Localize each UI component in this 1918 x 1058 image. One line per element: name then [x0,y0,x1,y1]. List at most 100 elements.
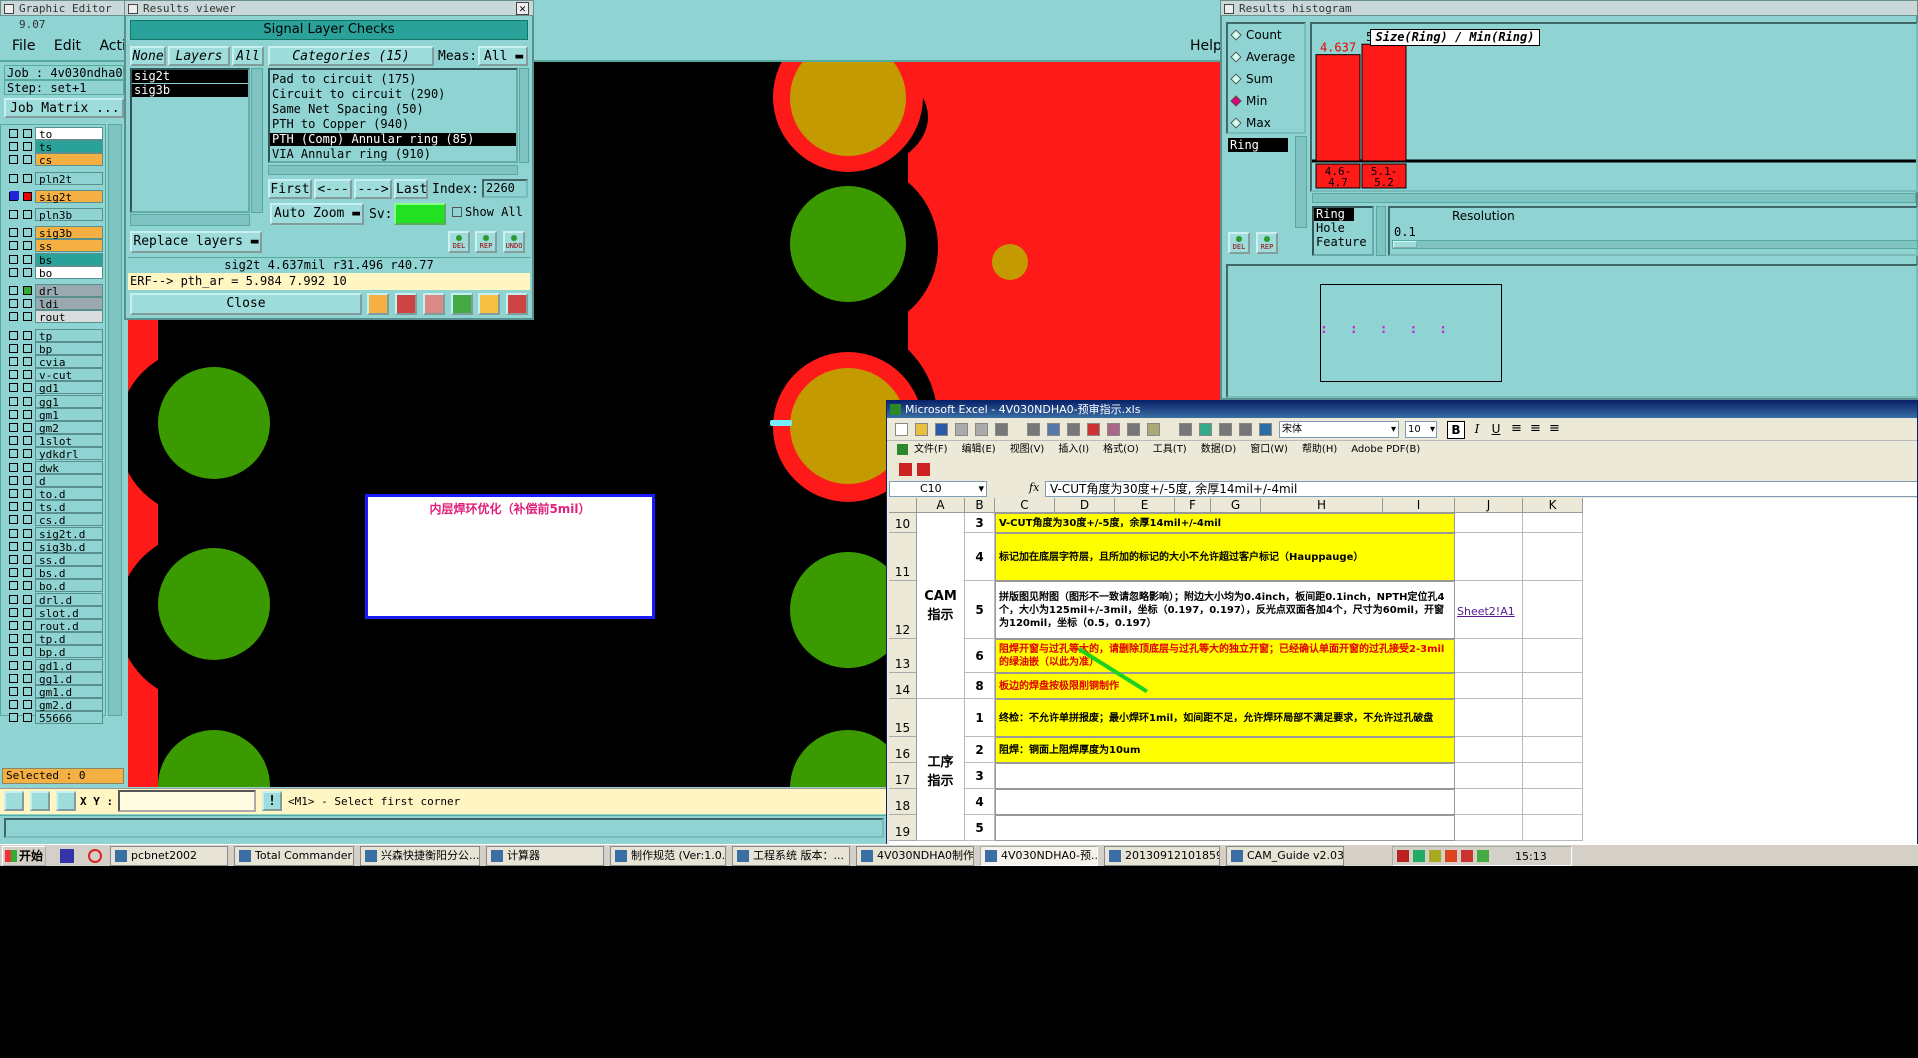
resolution-slider[interactable] [1392,240,1918,249]
cell-k[interactable] [1523,789,1583,815]
layer-checkbox[interactable] [9,254,18,264]
layer-checkbox[interactable] [9,621,18,630]
italic-button[interactable]: I [1468,421,1486,439]
del-icon[interactable]: DEL [448,231,470,253]
toolbar-icon[interactable] [1067,423,1080,436]
category-item[interactable]: Circuit to circuit (290) [270,88,516,101]
layer-checkbox[interactable] [9,568,18,578]
row-header[interactable]: 16 [889,737,917,763]
column-header[interactable]: I [1383,498,1455,513]
cell-j[interactable] [1455,639,1523,673]
toolbar-icon[interactable] [915,423,928,436]
menu-file[interactable]: File [12,38,35,54]
tool-icon-1[interactable] [4,791,24,811]
spreadsheet-grid[interactable]: A B C D E F G H I J K 10 3 V-CUT角度为30度+/-5度，余厚14mil+/… [889,498,1917,845]
layer-checkbox[interactable] [9,330,18,340]
bin-item-ring[interactable]: Ring [1314,208,1354,221]
layer-name[interactable]: bp [35,341,103,356]
radio-icon[interactable] [1230,29,1242,41]
layer-checkbox[interactable] [9,462,18,472]
layer-name[interactable]: v-cut [35,368,103,382]
layer-checkbox[interactable] [9,515,18,525]
radio-icon[interactable] [1230,95,1242,107]
layer-checkbox[interactable] [9,528,18,538]
layer-row[interactable]: pln3b [5,208,103,222]
taskbar-item[interactable]: CAM_Guide v2.03 [1226,846,1344,866]
layer-checkbox[interactable] [9,436,18,446]
layer-name[interactable]: tp.d [35,632,103,646]
cell-k[interactable] [1523,513,1583,533]
sv-color-dropdown[interactable] [394,203,446,225]
excel-menu-item[interactable]: 格式(O) [1103,444,1139,455]
cell-j[interactable] [1455,673,1523,699]
layer-checkbox[interactable] [9,700,18,710]
row-header[interactable]: 15 [889,699,917,737]
layer-name[interactable]: bs.d [35,566,103,580]
excel-menu-item[interactable]: 窗口(W) [1250,444,1288,455]
layer-list-vscroll[interactable] [251,68,263,213]
excel-menu-item[interactable]: 数据(D) [1201,444,1237,455]
tray-icon[interactable] [1461,850,1473,862]
layer-name[interactable]: gm2.d [35,698,103,712]
job-matrix-button[interactable]: Job Matrix ... [4,98,124,118]
layer-name[interactable]: bp.d [35,645,103,659]
layer-checkbox[interactable] [9,173,18,183]
first-button[interactable]: First [268,179,312,199]
group-process[interactable]: 工序 指示 [917,699,965,841]
column-header[interactable]: A [917,498,965,513]
taskbar-item[interactable]: Total Commander 7... [234,846,354,866]
info-button[interactable]: ! [262,791,282,811]
layer-checkbox[interactable] [9,647,18,657]
layer-name[interactable]: cvia [35,355,103,369]
bold-button[interactable]: B [1447,421,1465,439]
toolbar-icon-2[interactable] [395,293,417,315]
layer-checkbox[interactable] [9,449,18,459]
toolbar-icon[interactable] [1219,423,1232,436]
cell-k[interactable] [1523,673,1583,699]
layer-row[interactable]: to [5,127,103,141]
cell-j[interactable] [1455,815,1523,841]
layer-checkbox[interactable] [9,299,18,309]
layer-name[interactable]: ss [35,239,103,253]
layer-row[interactable]: slot.d [5,605,103,620]
layer-row[interactable]: bp [5,341,103,356]
layer-name[interactable]: 1slot [35,434,103,448]
layer-name[interactable]: slot.d [35,605,103,620]
cell-j[interactable] [1455,699,1523,737]
layer-checkbox[interactable] [9,210,18,219]
cell-k[interactable] [1523,763,1583,789]
layer-row[interactable]: to.d [5,487,103,501]
layer-checkbox[interactable] [9,228,18,238]
layer-checkbox[interactable] [9,312,18,322]
layer-name[interactable]: gg1.d [35,671,103,686]
align-left-icon[interactable]: ≡ [1511,421,1522,436]
histogram-field[interactable]: Ring [1228,138,1288,152]
font-size-dropdown[interactable]: 10 ▾ [1405,421,1437,438]
merged-cell-c-i[interactable]: 标记加在底层字符层，且所加的标记的大小不允许超过客户标记（Hauppauge） [995,533,1455,581]
layer-name[interactable]: ts [35,140,103,154]
layer-name[interactable]: drl [35,284,103,298]
layer-row[interactable]: cs [5,153,103,167]
layer-checkbox[interactable] [9,142,18,152]
taskbar-item[interactable]: 兴森快捷衡阳分公... [360,846,480,866]
layer-checkbox[interactable] [9,713,18,723]
start-button[interactable]: 开始 [2,846,46,866]
layer-name[interactable]: bs [35,252,103,267]
layer-row[interactable]: cvia [5,355,103,369]
layer-row[interactable]: gm1 [5,407,103,422]
layer-row[interactable]: cs.d [5,513,103,527]
row-header[interactable]: 13 [889,639,917,673]
layer-name[interactable]: pln3b [35,208,103,222]
layer-name[interactable]: sig3b [35,226,103,240]
layer-name[interactable]: ldi [35,297,103,311]
layer-list-scrollbar[interactable] [108,124,122,716]
excel-menu-item[interactable]: 帮助(H) [1302,444,1337,455]
cell-b[interactable]: 8 [965,673,995,699]
toolbar-icon[interactable] [1199,423,1212,436]
layer-checkbox[interactable] [9,267,18,277]
row-header[interactable]: 14 [889,673,917,699]
cell-k[interactable] [1523,581,1583,639]
radio-icon[interactable] [1230,117,1242,129]
layer-row[interactable]: pln2t [5,171,103,186]
layer-row[interactable]: tp [5,328,103,343]
